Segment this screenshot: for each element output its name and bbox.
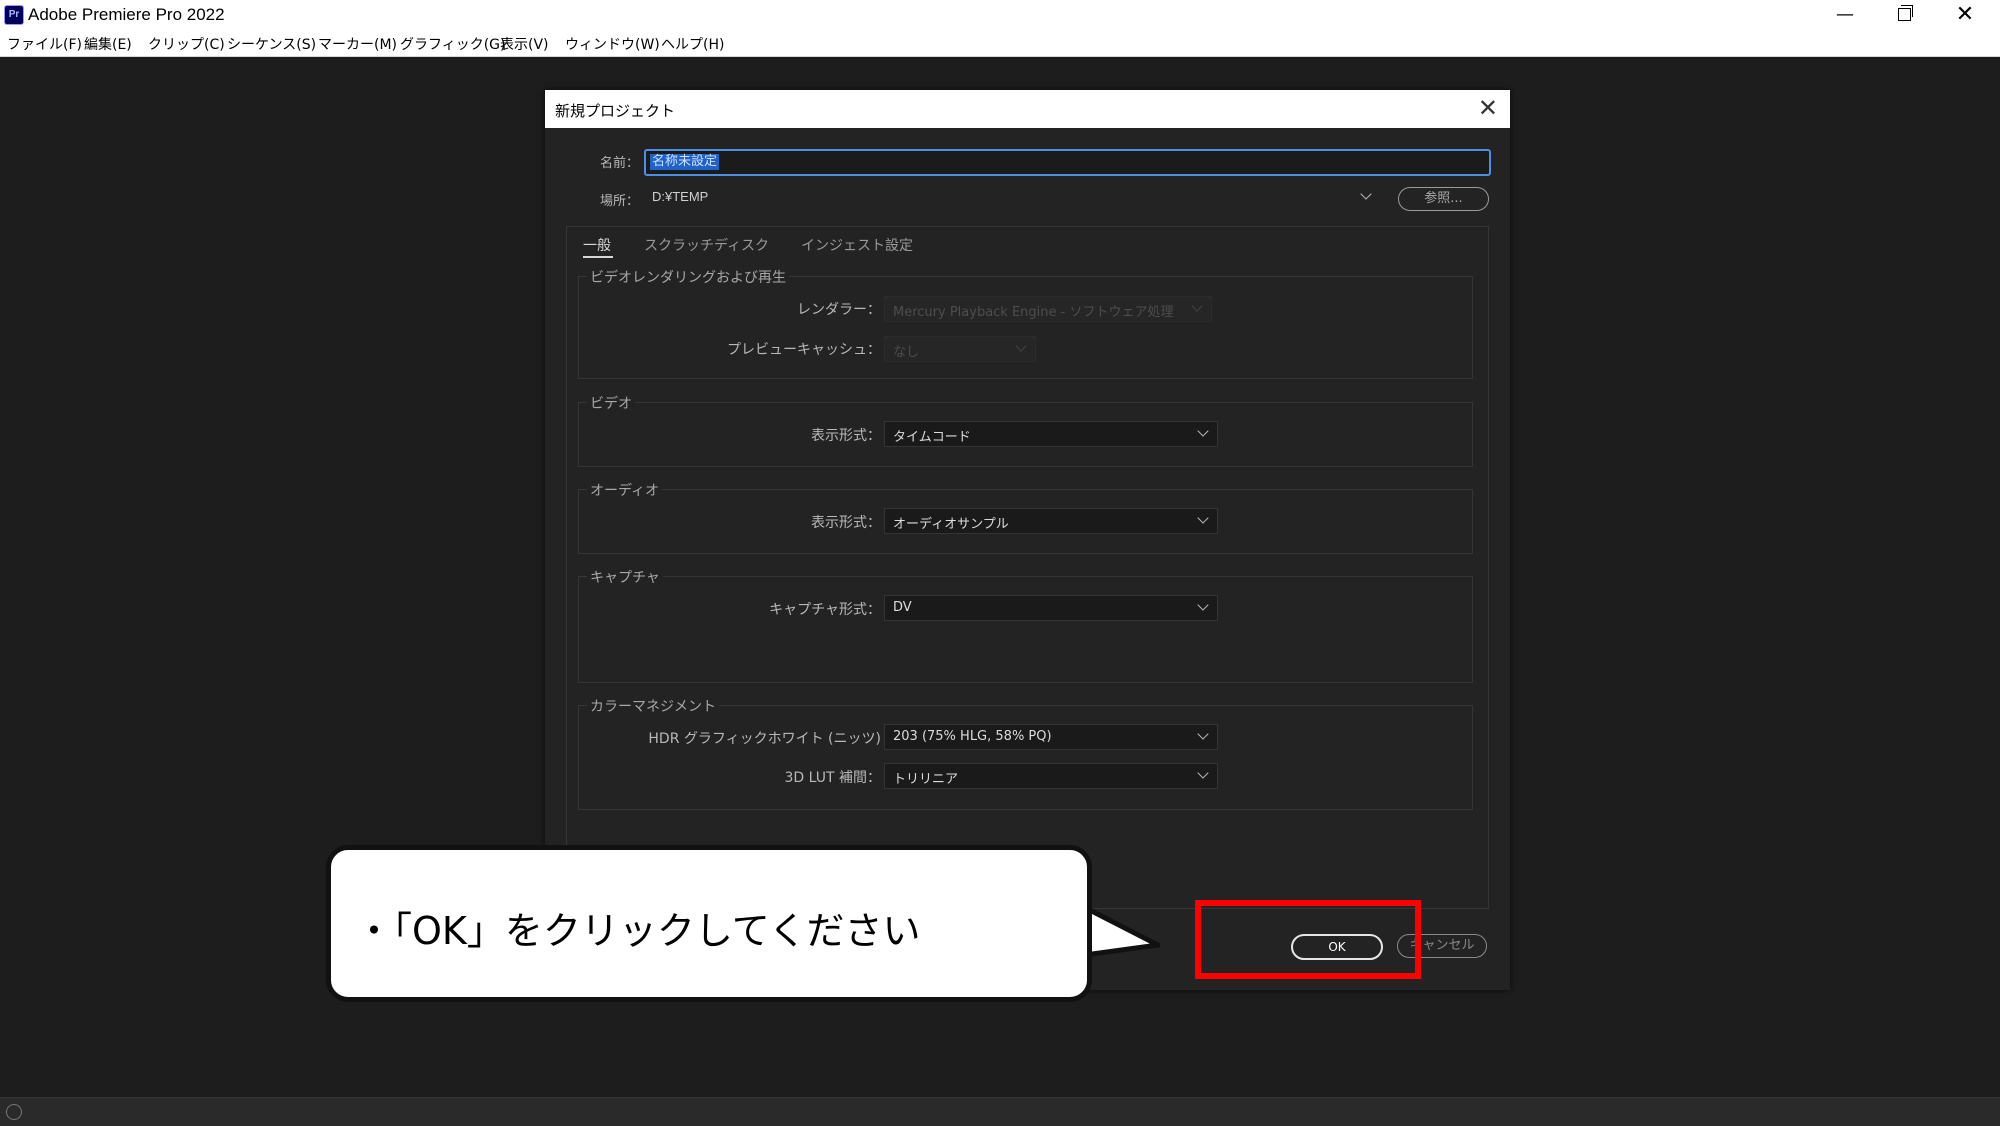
preview-cache-label: プレビューキャッシュ：	[727, 342, 881, 358]
section-title-video: ビデオ	[587, 393, 635, 413]
dialog-title-bar: 新規プロジェクト ✕	[545, 90, 1510, 128]
menu-file[interactable]: ファイル(F)	[7, 34, 82, 54]
section-title-capture: キャプチャ	[587, 567, 663, 587]
instruction-text: ・「OK」をクリックしてください	[355, 909, 921, 953]
title-bar: Pr Adobe Premiere Pro 2022 — ✕	[0, 0, 2000, 30]
window-close-button[interactable]: ✕	[1935, 0, 1995, 30]
menu-view[interactable]: 表示(V)	[500, 34, 549, 54]
menu-edit[interactable]: 編集(E)	[84, 34, 132, 54]
hdr-graphics-white-label: HDR グラフィックホワイト (ニッツ)	[648, 731, 881, 747]
restore-button[interactable]	[1874, 0, 1934, 30]
tab-general[interactable]: 一般	[583, 235, 611, 255]
lut-interpolation-select[interactable]: トリリニア	[884, 763, 1218, 789]
status-bar	[0, 1097, 2000, 1126]
chevron-down-icon	[1197, 425, 1209, 437]
chevron-down-icon	[1197, 599, 1209, 611]
active-tab-indicator	[583, 256, 613, 258]
tab-scratch-disks[interactable]: スクラッチディスク	[644, 235, 769, 255]
hdr-graphics-white-value: 203 (75% HLG, 58% PQ)	[893, 729, 1052, 744]
menu-sequence[interactable]: シーケンス(S)	[227, 34, 316, 54]
menu-graphics[interactable]: グラフィック(G)	[400, 34, 506, 54]
section-title-video-rendering: ビデオレンダリングおよび再生	[587, 267, 789, 287]
audio-display-format-select[interactable]: オーディオサンプル	[884, 508, 1218, 534]
lut-interpolation-label: 3D LUT 補間：	[784, 770, 882, 786]
instruction-callout: ・「OK」をクリックしてください	[326, 845, 1092, 1002]
project-name-input[interactable]: 名称未設定	[644, 149, 1491, 176]
section-capture	[578, 576, 1473, 683]
chevron-down-icon	[1360, 188, 1372, 200]
capture-format-value: DV	[893, 600, 912, 615]
menu-bar: ファイル(F) 編集(E) クリップ(C) シーケンス(S) マーカー(M) グ…	[0, 30, 2000, 57]
section-title-color-management: カラーマネジメント	[587, 696, 719, 716]
audio-display-format-value: オーディオサンプル	[893, 517, 1009, 532]
video-display-format-value: タイムコード	[893, 430, 971, 445]
name-label: 名前：	[600, 156, 640, 171]
menu-window[interactable]: ウィンドウ(W)	[565, 34, 660, 54]
chevron-down-icon	[1197, 767, 1209, 779]
capture-format-select[interactable]: DV	[884, 595, 1218, 621]
preview-cache-select: なし	[884, 336, 1036, 362]
audio-display-format-label: 表示形式：	[811, 515, 881, 531]
restore-icon	[1897, 5, 1913, 21]
chevron-down-icon	[1197, 512, 1209, 524]
renderer-label: レンダラー：	[797, 302, 881, 318]
section-color-management	[578, 705, 1473, 810]
ok-button-highlight	[1195, 900, 1421, 979]
location-dropdown[interactable]: D:¥TEMP	[644, 185, 1378, 209]
hdr-graphics-white-select[interactable]: 203 (75% HLG, 58% PQ)	[884, 724, 1218, 750]
dialog-title: 新規プロジェクト	[555, 102, 676, 120]
chevron-down-icon	[1197, 728, 1209, 740]
menu-clip[interactable]: クリップ(C)	[148, 34, 225, 54]
location-label: 場所：	[600, 194, 640, 209]
premiere-pro-icon: Pr	[4, 5, 24, 25]
menu-marker[interactable]: マーカー(M)	[318, 34, 397, 54]
lut-interpolation-value: トリリニア	[893, 772, 959, 787]
video-display-format-label: 表示形式：	[811, 428, 881, 444]
project-name-value: 名称未設定	[650, 154, 720, 170]
chevron-down-icon	[1191, 300, 1203, 312]
section-video-rendering	[578, 276, 1473, 379]
creative-cloud-icon[interactable]	[6, 1104, 22, 1120]
dialog-close-icon[interactable]: ✕	[1478, 94, 1498, 122]
window-title: Adobe Premiere Pro 2022	[28, 5, 225, 24]
renderer-value: Mercury Playback Engine - ソフトウェア処理	[893, 305, 1174, 320]
menu-help[interactable]: ヘルプ(H)	[661, 34, 724, 54]
minimize-button[interactable]: —	[1815, 0, 1875, 30]
video-display-format-select[interactable]: タイムコード	[884, 421, 1218, 447]
browse-button[interactable]: 参照...	[1398, 187, 1489, 211]
preview-cache-value: なし	[893, 345, 920, 360]
section-title-audio: オーディオ	[587, 480, 663, 500]
chevron-down-icon	[1015, 340, 1027, 352]
location-value: D:¥TEMP	[652, 189, 709, 204]
tab-ingest-settings[interactable]: インジェスト設定	[801, 235, 913, 255]
renderer-select: Mercury Playback Engine - ソフトウェア処理	[884, 296, 1212, 322]
capture-format-label: キャプチャ形式：	[769, 602, 881, 618]
